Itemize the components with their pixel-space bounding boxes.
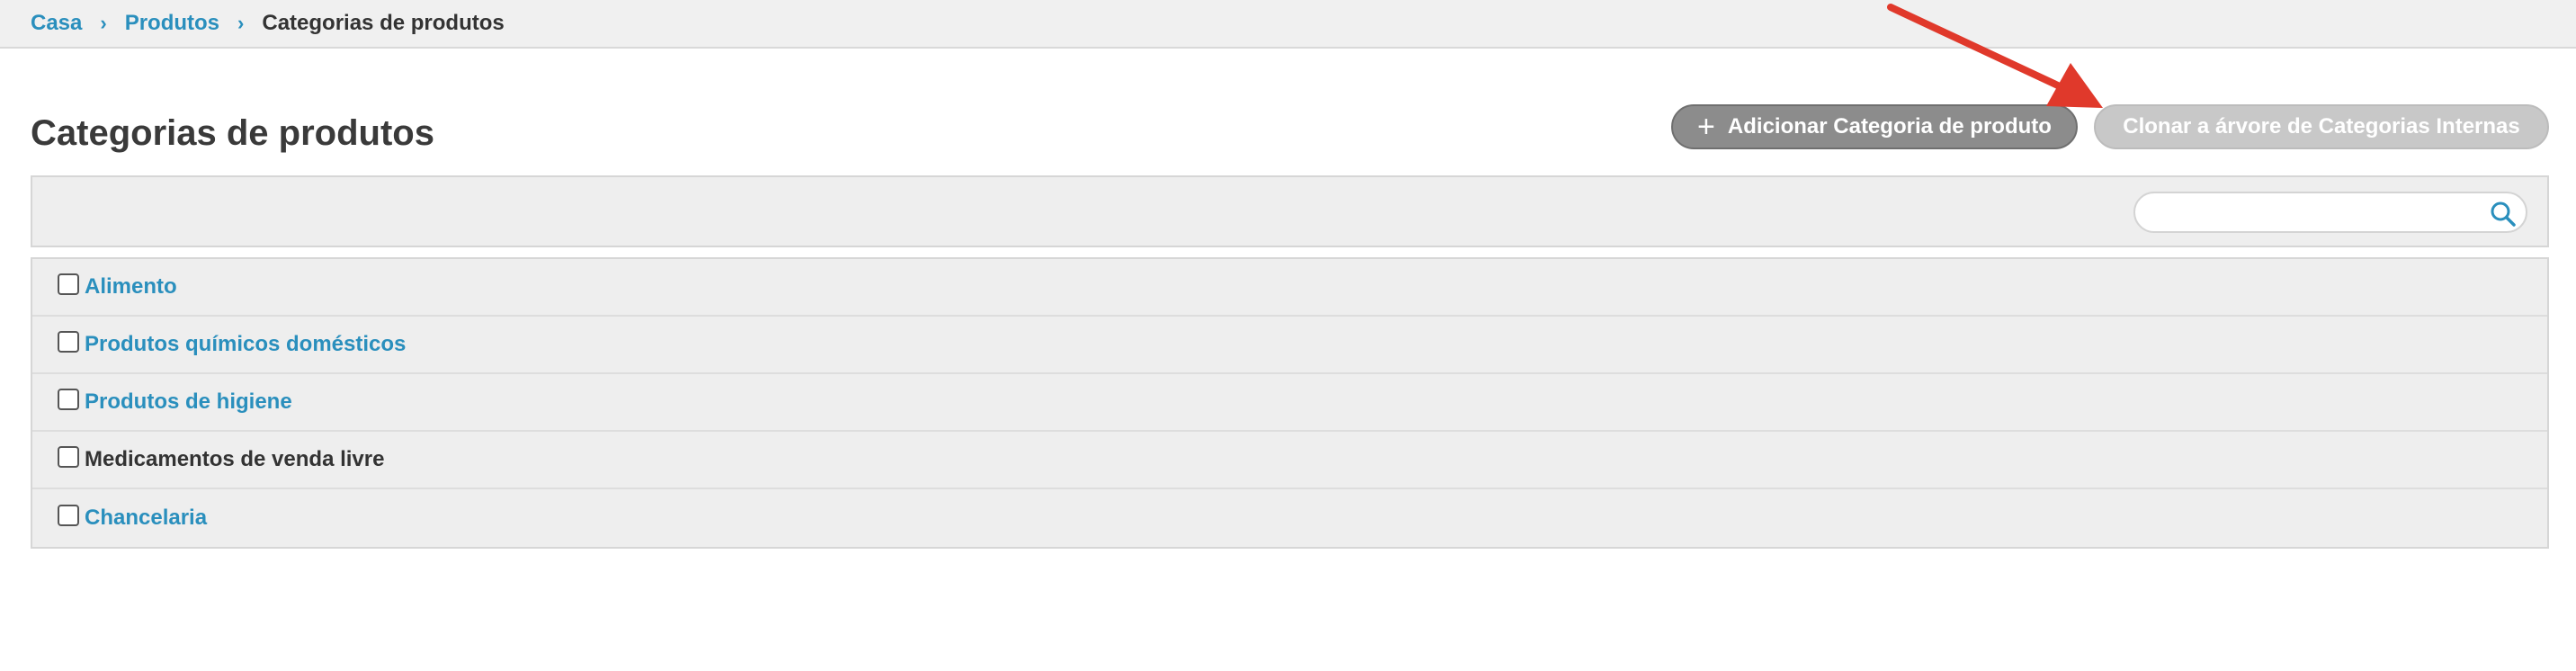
category-link[interactable]: Produtos de higiene <box>85 389 292 415</box>
category-checkbox[interactable] <box>58 273 79 295</box>
search-icon[interactable] <box>2490 201 2517 228</box>
category-checkbox[interactable] <box>58 331 79 353</box>
category-link[interactable]: Chancelaria <box>85 505 207 531</box>
chevron-right-icon: › <box>100 12 107 34</box>
breadcrumb: Casa › Produtos › Categorias de produtos <box>0 0 2576 49</box>
add-category-label: Adicionar Categoria de produto <box>1727 114 2052 139</box>
breadcrumb-current: Categorias de produtos <box>262 11 505 35</box>
list-item: Chancelaria <box>32 489 2547 547</box>
breadcrumb-link-casa[interactable]: Casa <box>31 11 82 36</box>
category-link[interactable]: Produtos químicos domésticos <box>85 332 406 357</box>
category-list: Alimento Produtos químicos domésticos Pr… <box>31 257 2549 549</box>
list-item: Produtos químicos domésticos <box>32 317 2547 374</box>
category-checkbox[interactable] <box>58 505 79 526</box>
category-checkbox[interactable] <box>58 389 79 410</box>
list-item: Produtos de higiene <box>32 374 2547 432</box>
annotation-arrow-icon <box>1887 4 2103 108</box>
list-item: Medicamentos de venda livre <box>32 432 2547 489</box>
search-toolbar <box>31 175 2549 247</box>
chevron-right-icon: › <box>237 12 245 34</box>
plus-icon: + <box>1697 110 1715 144</box>
clone-internal-tree-label: Clonar a árvore de Categorias Internas <box>2123 114 2520 139</box>
page-title: Categorias de produtos <box>31 113 434 153</box>
search-box[interactable] <box>2133 192 2527 233</box>
list-item: Alimento <box>32 259 2547 317</box>
search-input[interactable] <box>2150 199 2473 226</box>
category-link[interactable]: Alimento <box>85 274 177 300</box>
clone-internal-tree-button[interactable]: Clonar a árvore de Categorias Internas <box>2094 104 2549 149</box>
breadcrumb-link-produtos[interactable]: Produtos <box>125 11 219 36</box>
category-label: Medicamentos de venda livre <box>85 447 385 471</box>
category-checkbox[interactable] <box>58 446 79 468</box>
